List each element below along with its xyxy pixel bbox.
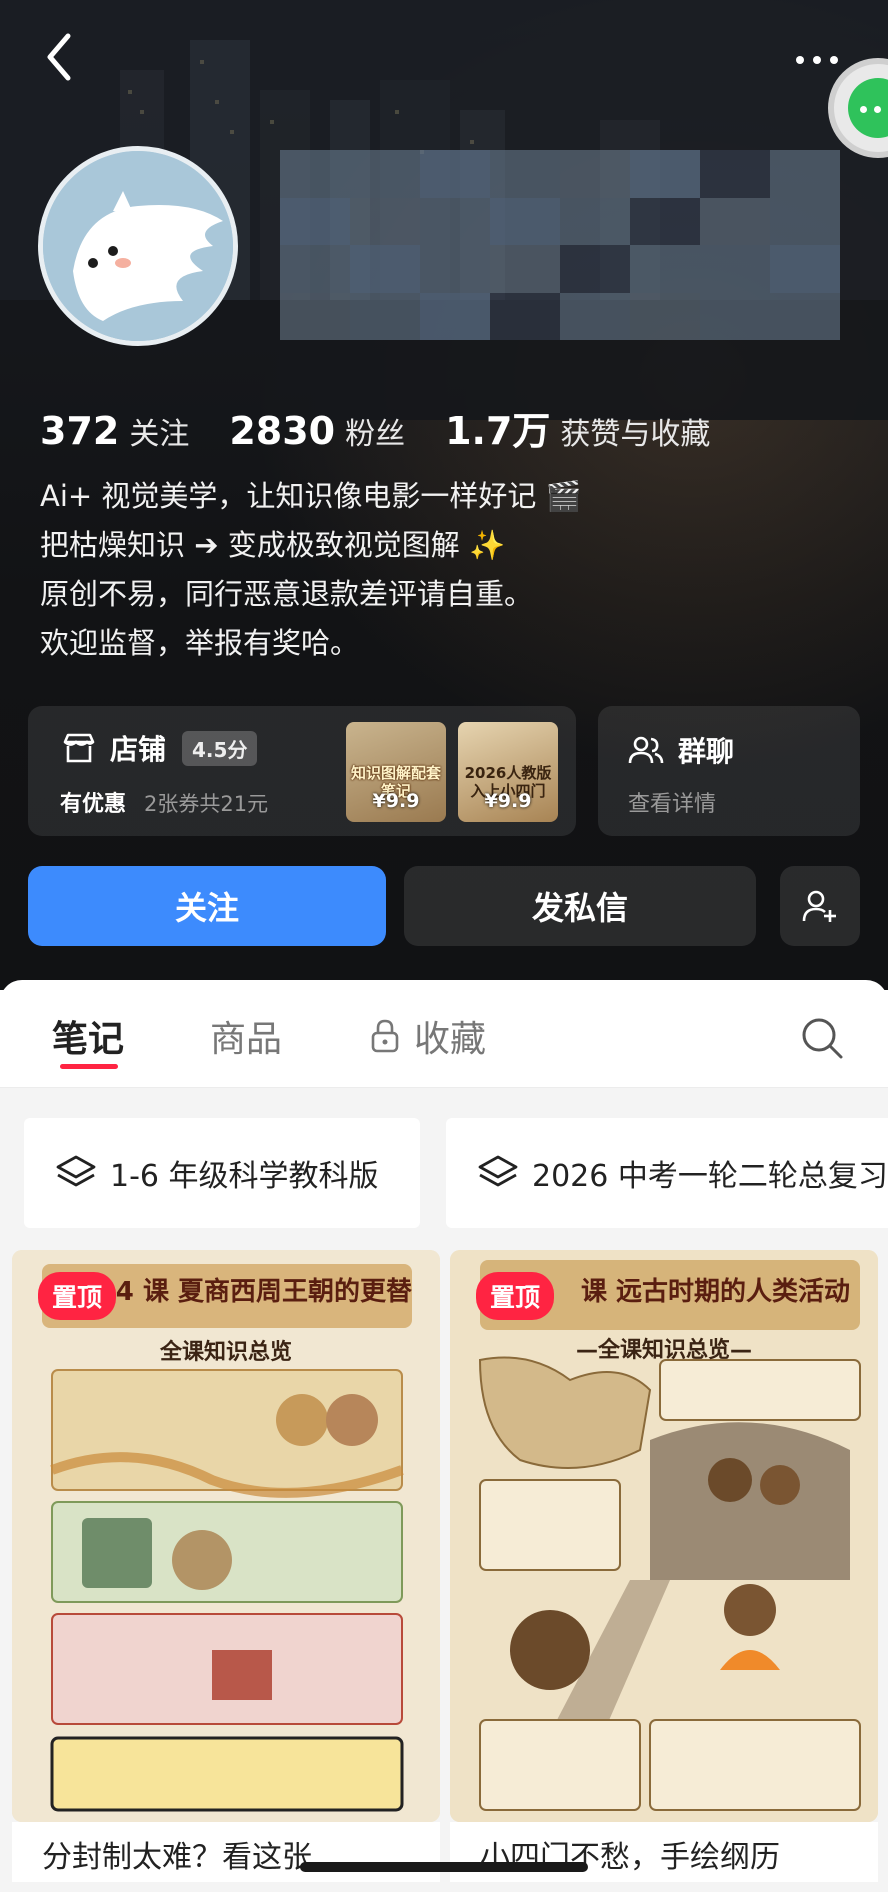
layers-icon (478, 1155, 518, 1187)
pomeranian-avatar-icon (43, 151, 233, 341)
note-title[interactable]: 小四门不愁，手绘纲历 (450, 1822, 878, 1882)
note-cover-subtitle: 全课知识总览 (159, 1340, 292, 1365)
chat-bubble-icon (848, 78, 888, 138)
note-title[interactable]: 分封制太难？看这张 (12, 1822, 440, 1882)
add-friend-button[interactable] (780, 866, 860, 946)
shop-deal: 有优惠 (60, 792, 127, 817)
avatar[interactable] (38, 146, 238, 346)
pixelated-username (280, 150, 840, 340)
bio-line: Ai+ 视觉美学，让知识像电影一样好记 🎬 (40, 479, 582, 513)
product-thumbnail[interactable]: 2026人教版 入上小四门 ¥9.9 (458, 722, 558, 822)
shop-card[interactable]: 店铺 4.5分 有优惠 2张券共21元 知识图解配套笔记 ¥9.9 2026人教… (28, 706, 576, 836)
shop-coupon-detail: 2张券共21元 (144, 792, 269, 816)
stat-label: 粉丝 (345, 417, 406, 452)
tab-favorites[interactable]: 收藏 (370, 1010, 486, 1062)
product-thumbnail[interactable]: 知识图解配套笔记 ¥9.9 (346, 722, 446, 822)
product-price: ¥9.9 (484, 790, 532, 812)
stat-number: 2830 (229, 409, 336, 453)
lock-icon (371, 1019, 399, 1053)
follow-button[interactable]: 关注 (28, 866, 386, 946)
more-dots-icon[interactable] (796, 50, 852, 70)
group-users-icon (628, 736, 664, 764)
collection-chip[interactable]: 1-6 年级科学教科版 (24, 1118, 420, 1228)
message-button[interactable]: 发私信 (404, 866, 756, 946)
back-icon[interactable] (36, 28, 84, 86)
group-chat-card[interactable]: 群聊 查看详情 (598, 706, 860, 836)
tab-favorites-label: 收藏 (414, 1019, 487, 1060)
collection-label: 2026 中考一轮二轮总复习 (532, 1159, 888, 1194)
shop-title: 店铺 (110, 733, 167, 766)
collection-label: 1-6 年级科学教科版 (110, 1159, 379, 1194)
profile-stats: 372 关注 2830 粉丝 1.7万 获赞与收藏 (40, 400, 750, 455)
group-chat-detail: 查看详情 (628, 792, 717, 817)
tab-products[interactable]: 商品 (210, 1010, 282, 1062)
bio-line: 欢迎监督，举报有奖哈。 (40, 626, 360, 660)
active-tab-indicator (60, 1064, 118, 1069)
product-price: ¥9.9 (372, 790, 420, 812)
profile-tabs: 笔记 商品 收藏 (0, 980, 888, 1088)
stat-following[interactable]: 372 关注 (40, 409, 189, 453)
home-indicator (300, 1862, 588, 1872)
collection-chip[interactable]: 2026 中考一轮二轮总复习 (446, 1118, 888, 1228)
group-chat-title: 群聊 (678, 735, 735, 768)
stat-followers[interactable]: 2830 粉丝 (229, 409, 405, 453)
search-icon[interactable] (800, 1016, 844, 1060)
bio-line: 原创不易，同行恶意退款差评请自重。 (40, 577, 534, 611)
stat-number: 1.7万 (445, 409, 551, 453)
stat-number: 372 (40, 409, 120, 453)
layers-icon (56, 1155, 96, 1187)
profile-actions: 关注 发私信 (28, 866, 860, 946)
info-cards: 店铺 4.5分 有优惠 2张券共21元 知识图解配套笔记 ¥9.9 2026人教… (28, 706, 860, 836)
note-card[interactable]: 课 远古时期的人类活动 —全课知识总览— 置顶 (450, 1250, 878, 1822)
bio-line: 把枯燥知识 ➔ 变成极致视觉图解 ✨ (40, 528, 506, 562)
note-cover-subtitle: —全课知识总览— (575, 1338, 752, 1363)
add-user-icon (802, 890, 836, 922)
stat-label: 获赞与收藏 (560, 417, 711, 452)
stat-likes[interactable]: 1.7万 获赞与收藏 (445, 400, 710, 455)
note-card[interactable]: 4 课 夏商西周王朝的更替 全课知识总览 置顶 (12, 1250, 440, 1822)
pinned-badge: 置顶 (38, 1272, 117, 1320)
profile-header: 372 关注 2830 粉丝 1.7万 获赞与收藏 Ai+ 视觉美学，让知识像电… (0, 0, 888, 990)
profile-bio: Ai+ 视觉美学，让知识像电影一样好记 🎬 把枯燥知识 ➔ 变成极致视觉图解 ✨… (40, 472, 582, 668)
shop-score-badge: 4.5分 (182, 730, 258, 766)
tab-notes[interactable]: 笔记 (52, 1010, 124, 1062)
stat-label: 关注 (129, 417, 190, 452)
store-icon (63, 733, 95, 763)
pinned-badge: 置顶 (476, 1272, 555, 1320)
content-sheet: 笔记 商品 收藏 1-6 年级科学教科版 2026 中考一轮二轮总复习 4 课 … (0, 980, 888, 1892)
